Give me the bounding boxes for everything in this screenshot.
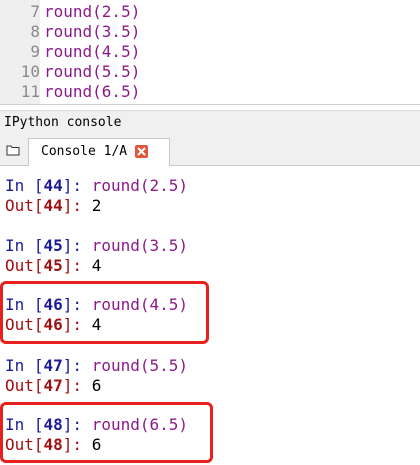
console-output[interactable]: In [44]: round(2.5) Out[44]: 2 In [45]: … — [0, 166, 420, 465]
code-text[interactable]: round(2.5) — [44, 2, 140, 22]
out-prompt: Out[48]: — [5, 435, 92, 454]
input-code: round(4.5) — [91, 295, 189, 314]
ipython-console-pane-title: IPython console — [0, 110, 420, 136]
input-line: In [46]: round(4.5) — [5, 294, 188, 316]
close-tab-icon[interactable] — [135, 145, 148, 158]
out-prompt: Out[44]: — [5, 196, 92, 215]
output-value: 6 — [91, 435, 102, 454]
out-prompt: Out[45]: — [5, 256, 92, 275]
out-prompt: Out[47]: — [5, 376, 92, 395]
editor-line[interactable]: 9 round(4.5) — [0, 42, 420, 62]
editor-divider — [0, 104, 420, 105]
input-code: round(5.5) — [91, 356, 189, 375]
output-line: Out[48]: 6 — [5, 434, 101, 456]
line-number: 10 — [20, 62, 40, 81]
in-prompt: In [45]: — [5, 236, 92, 255]
input-line: In [45]: round(3.5) — [5, 235, 188, 257]
pane-title-text: IPython console — [4, 115, 122, 130]
in-prompt: In [47]: — [5, 356, 92, 375]
editor-line[interactable]: 10 round(5.5) — [0, 62, 420, 82]
line-number: 7 — [30, 2, 40, 21]
editor-line[interactable]: 11 round(6.5) — [0, 82, 420, 102]
tab-console-1a[interactable]: Console 1/A — [28, 138, 170, 166]
output-line: Out[44]: 2 — [5, 195, 101, 217]
tab-label: Console 1/A — [41, 144, 128, 159]
code-text[interactable]: round(6.5) — [44, 82, 140, 102]
in-prompt: In [44]: — [5, 176, 92, 195]
input-line: In [44]: round(2.5) — [5, 175, 188, 197]
code-text[interactable]: round(5.5) — [44, 62, 140, 82]
output-value: 4 — [91, 315, 102, 334]
code-text[interactable]: round(4.5) — [44, 42, 140, 62]
console-tab-bar: Console 1/A — [0, 135, 420, 166]
in-prompt: In [46]: — [5, 295, 92, 314]
line-number: 11 — [20, 82, 40, 101]
editor-line[interactable]: 7 round(2.5) — [0, 2, 420, 22]
editor-line[interactable]: 8 round(3.5) — [0, 22, 420, 42]
out-prompt: Out[46]: — [5, 315, 92, 334]
code-text[interactable]: round(3.5) — [44, 22, 140, 42]
folder-icon[interactable] — [6, 144, 20, 156]
output-value: 6 — [91, 376, 102, 395]
output-line: Out[45]: 4 — [5, 255, 101, 277]
code-editor[interactable]: 7 round(2.5) 8 round(3.5) 9 round(4.5) 1… — [0, 0, 420, 104]
input-code: round(3.5) — [91, 236, 189, 255]
input-code: round(6.5) — [91, 415, 189, 434]
line-number: 8 — [30, 22, 40, 41]
in-prompt: In [48]: — [5, 415, 92, 434]
input-line: In [48]: round(6.5) — [5, 414, 188, 436]
output-value: 4 — [91, 256, 102, 275]
output-line: Out[47]: 6 — [5, 375, 101, 397]
input-line: In [47]: round(5.5) — [5, 355, 188, 377]
input-code: round(2.5) — [91, 176, 189, 195]
output-line: Out[46]: 4 — [5, 314, 101, 336]
line-number: 9 — [30, 42, 40, 61]
output-value: 2 — [91, 196, 102, 215]
